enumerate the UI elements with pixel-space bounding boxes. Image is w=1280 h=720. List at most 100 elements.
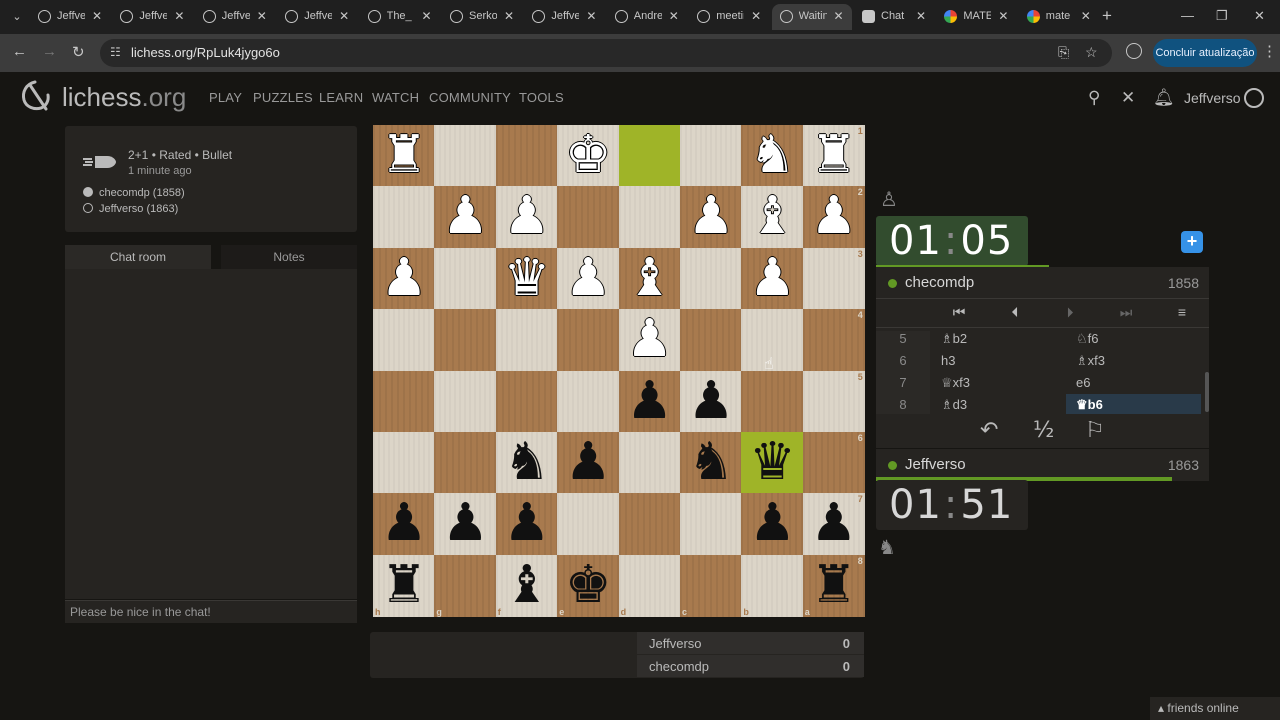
browser-tab[interactable]: Jeffverso ✕ bbox=[112, 4, 192, 30]
square-e7[interactable] bbox=[557, 493, 620, 556]
square-g2[interactable]: ♟ bbox=[434, 186, 497, 249]
opponent-user[interactable]: checomdp 1858 bbox=[876, 267, 1209, 299]
white-piece[interactable]: ♟ bbox=[741, 248, 803, 310]
square-d6[interactable] bbox=[618, 432, 681, 494]
square-e8[interactable]: ♚ e bbox=[557, 554, 620, 617]
url-text[interactable]: lichess.org/RpLuk4jygo6o bbox=[131, 45, 280, 60]
square-b5[interactable] bbox=[741, 370, 804, 433]
square-b7[interactable]: ♟ bbox=[741, 493, 804, 556]
black-piece[interactable]: ♟ bbox=[619, 371, 681, 433]
square-h7[interactable]: ♟ bbox=[373, 493, 435, 556]
white-piece[interactable]: ♟ bbox=[496, 186, 558, 248]
close-tab-icon[interactable]: ✕ bbox=[669, 9, 679, 23]
square-a7[interactable]: ♟ 7 bbox=[802, 493, 865, 556]
square-e6[interactable]: ♟ bbox=[557, 432, 620, 494]
install-app-icon[interactable]: ⎘ bbox=[1058, 44, 1069, 61]
square-f5[interactable] bbox=[495, 370, 558, 433]
black-piece[interactable]: ♟ bbox=[373, 493, 435, 555]
brand-name[interactable]: lichess.org bbox=[62, 82, 186, 113]
square-d2[interactable] bbox=[618, 186, 681, 249]
black-piece[interactable]: ♛ bbox=[741, 432, 803, 494]
square-d5[interactable]: ♟ bbox=[618, 370, 681, 433]
lichess-logo-icon[interactable] bbox=[18, 79, 52, 113]
takeback-icon[interactable]: ↶ bbox=[980, 418, 998, 443]
tab-chat-room[interactable]: Chat room bbox=[65, 245, 211, 269]
browser-tab[interactable]: Chat ✕ bbox=[854, 4, 934, 30]
square-h4[interactable] bbox=[373, 309, 435, 372]
square-f3[interactable]: ♛ bbox=[495, 247, 558, 310]
player-name[interactable]: Jeffverso bbox=[905, 456, 966, 473]
black-move[interactable]: ♗xf3 bbox=[1066, 350, 1201, 372]
square-e1[interactable]: ♚ bbox=[557, 125, 620, 187]
white-piece[interactable]: ♛ bbox=[496, 248, 558, 310]
back-arrow-icon[interactable]: ← bbox=[12, 43, 27, 60]
black-move[interactable]: e6 bbox=[1066, 372, 1201, 394]
square-f6[interactable]: ♞ bbox=[495, 432, 558, 494]
black-piece[interactable]: ♞ bbox=[496, 432, 558, 494]
square-d1[interactable] bbox=[618, 125, 681, 187]
white-piece[interactable]: ♚ bbox=[557, 125, 619, 187]
square-b6[interactable]: ♛ bbox=[741, 432, 804, 494]
square-g7[interactable]: ♟ bbox=[434, 493, 497, 556]
square-g1[interactable] bbox=[434, 125, 497, 187]
square-c6[interactable]: ♞ bbox=[680, 432, 742, 494]
browser-tab[interactable]: Jeffverso ✕ bbox=[524, 4, 604, 30]
square-b2[interactable]: ♝ bbox=[741, 186, 804, 249]
address-bar[interactable]: ☷ lichess.org/RpLuk4jygo6o ⎘ ☆ bbox=[100, 39, 1112, 67]
square-h8[interactable]: ♜ h bbox=[373, 554, 435, 617]
bookmark-star-icon[interactable]: ☆ bbox=[1085, 44, 1098, 61]
update-button[interactable]: Concluir atualização bbox=[1153, 39, 1257, 67]
white-piece[interactable]: ♟ bbox=[557, 248, 619, 310]
crosstable-row[interactable]: checomdp 0 bbox=[637, 655, 864, 677]
resign-flag-icon[interactable]: ⚐ bbox=[1085, 418, 1105, 443]
minimize-icon[interactable]: — bbox=[1181, 8, 1194, 23]
square-g4[interactable] bbox=[434, 309, 497, 372]
browser-tab[interactable]: Jeffverso ✕ bbox=[195, 4, 275, 30]
black-piece[interactable]: ♟ bbox=[803, 493, 865, 555]
browser-tab[interactable]: Jeffverso ✕ bbox=[30, 4, 110, 30]
black-piece[interactable]: ♞ bbox=[680, 432, 742, 494]
white-piece[interactable]: ♞ bbox=[741, 125, 803, 187]
notifications-bell-icon[interactable]: 🔔︎ bbox=[1153, 88, 1175, 108]
move-list-scrollbar[interactable] bbox=[1205, 372, 1209, 412]
black-piece[interactable]: ♜ bbox=[803, 555, 865, 617]
square-g5[interactable] bbox=[434, 370, 497, 433]
square-f8[interactable]: ♝ f bbox=[495, 554, 558, 617]
white-move[interactable]: ♗b2 bbox=[931, 328, 1066, 350]
black-piece[interactable]: ♟ bbox=[741, 493, 803, 555]
square-c3[interactable] bbox=[680, 247, 742, 310]
black-piece[interactable]: ♟ bbox=[557, 432, 619, 494]
nav-play[interactable]: PLAY bbox=[209, 90, 242, 105]
black-piece[interactable]: ♝ bbox=[496, 555, 558, 617]
site-info-icon[interactable]: ☷ bbox=[110, 45, 121, 59]
next-move-icon[interactable]: ⏵ bbox=[1055, 304, 1085, 321]
square-g8[interactable]: g bbox=[434, 554, 497, 617]
square-h2[interactable] bbox=[373, 186, 435, 249]
square-e3[interactable]: ♟ bbox=[557, 247, 620, 310]
square-a6[interactable]: 6 bbox=[802, 432, 865, 494]
tab-notes[interactable]: Notes bbox=[221, 245, 357, 269]
close-tab-icon[interactable]: ✕ bbox=[174, 9, 184, 23]
friends-online-box[interactable]: ▴ friends online bbox=[1150, 697, 1280, 720]
offer-draw-button[interactable]: ½ bbox=[1033, 418, 1054, 443]
square-c5[interactable]: ♟ bbox=[680, 370, 742, 433]
square-h1[interactable]: ♜ bbox=[373, 125, 435, 187]
white-piece[interactable]: ♟ bbox=[803, 186, 865, 248]
square-g6[interactable] bbox=[434, 432, 497, 494]
search-icon[interactable]: ⚲ bbox=[1088, 88, 1100, 108]
square-b1[interactable]: ♞ bbox=[741, 125, 804, 187]
browser-tab[interactable]: Serko ✕ bbox=[442, 4, 522, 30]
add-time-button[interactable]: + bbox=[1181, 231, 1203, 253]
square-h5[interactable] bbox=[373, 370, 435, 433]
challenges-icon[interactable]: ✕ bbox=[1121, 88, 1135, 108]
square-e2[interactable] bbox=[557, 186, 620, 249]
square-f4[interactable] bbox=[495, 309, 558, 372]
prev-move-icon[interactable]: ⏴ bbox=[1000, 304, 1030, 321]
white-move[interactable]: ♕xf3 bbox=[931, 372, 1066, 394]
profile-icon[interactable] bbox=[1126, 43, 1142, 59]
nav-learn[interactable]: LEARN bbox=[319, 90, 363, 105]
chess-board[interactable]: ♜ ♚ ♞ ♜ 1 ♟ ♟ ♟ ♝ ♟ 2 ♟ ♛ ♟ ♝ ♟ 3 ♟ 4 ♟ ♟ 5 ♞ ♟ ♞ ♛ 6 ♟ ♟ ♟ ♟ ♟ 7 ♜ h g ♝ f ♚ e… bbox=[373, 125, 865, 617]
close-tab-icon[interactable]: ✕ bbox=[504, 9, 514, 23]
white-piece[interactable]: ♝ bbox=[619, 248, 681, 310]
close-tab-icon[interactable]: ✕ bbox=[257, 9, 267, 23]
